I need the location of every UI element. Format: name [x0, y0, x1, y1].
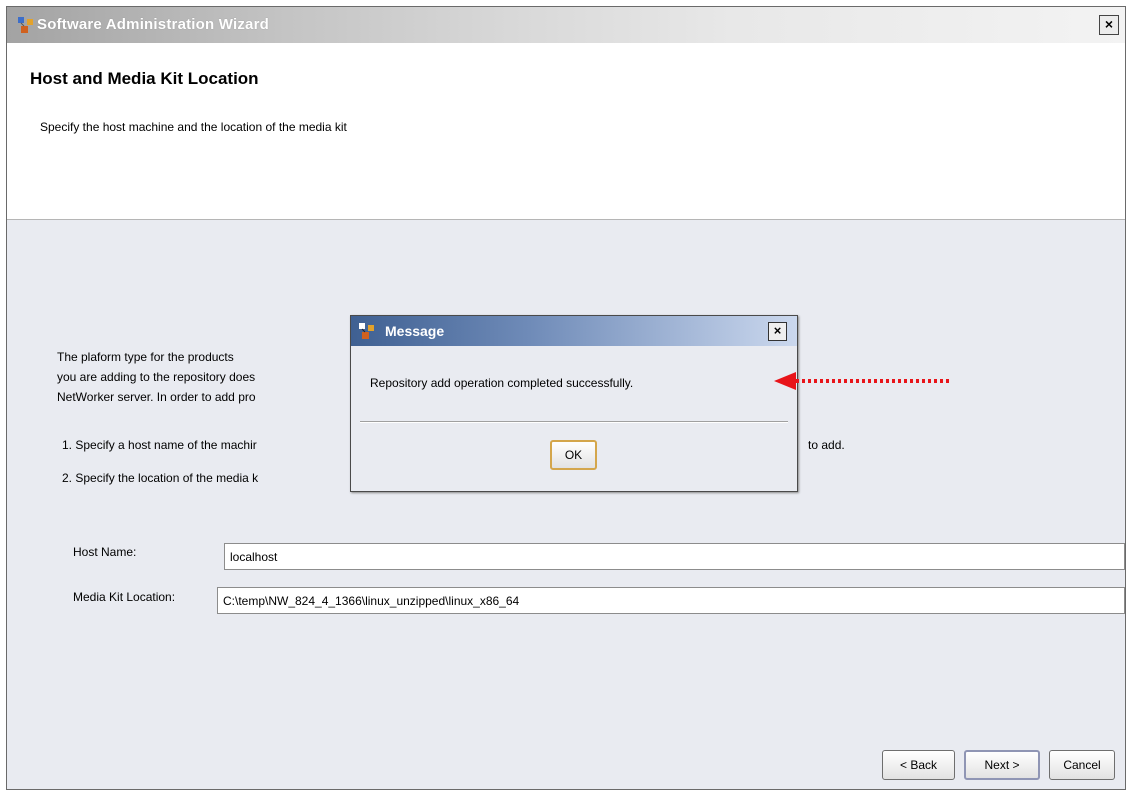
next-button[interactable]: Next >: [964, 750, 1040, 780]
app-icon: [359, 323, 374, 339]
window-title: Software Administration Wizard: [37, 16, 269, 33]
media-kit-location-input[interactable]: C:\temp\NW_824_4_1366\linux_unzipped\lin…: [217, 587, 1125, 614]
page-title: Host and Media Kit Location: [30, 69, 259, 88]
step-1-tail: to add.: [808, 438, 845, 452]
app-icon: [18, 17, 33, 33]
dialog-titlebar[interactable]: Message ×: [351, 316, 797, 346]
media-kit-location-label: Media Kit Location:: [73, 590, 176, 604]
dialog-close-button[interactable]: ×: [768, 322, 787, 341]
dialog-message: Repository add operation completed succe…: [370, 376, 634, 390]
window-close-button[interactable]: ×: [1099, 15, 1119, 35]
window-titlebar[interactable]: Software Administration Wizard ×: [7, 7, 1125, 43]
cancel-button[interactable]: Cancel: [1049, 750, 1115, 780]
annotation-arrow-icon: [774, 372, 952, 390]
host-name-input[interactable]: localhost: [224, 543, 1125, 570]
wizard-body: [7, 220, 1125, 789]
ok-button[interactable]: OK: [550, 440, 597, 470]
paragraph-line-1: The plaform type for the products: [57, 350, 234, 364]
page-subtitle: Specify the host machine and the locatio…: [40, 120, 347, 134]
dialog-separator: [360, 421, 788, 423]
message-dialog: Message × Repository add operation compl…: [350, 315, 798, 492]
paragraph-line-3: NetWorker server. In order to add pro: [57, 390, 256, 404]
close-icon: ×: [773, 323, 782, 338]
host-name-label: Host Name:: [73, 545, 137, 559]
back-button[interactable]: < Back: [882, 750, 955, 780]
paragraph-line-2: you are adding to the repository does: [57, 370, 256, 384]
step-2: 2. Specify the location of the media k: [62, 471, 259, 485]
dialog-title: Message: [385, 323, 445, 339]
step-1: 1. Specify a host name of the machir: [62, 438, 257, 452]
close-icon: ×: [1104, 16, 1114, 32]
